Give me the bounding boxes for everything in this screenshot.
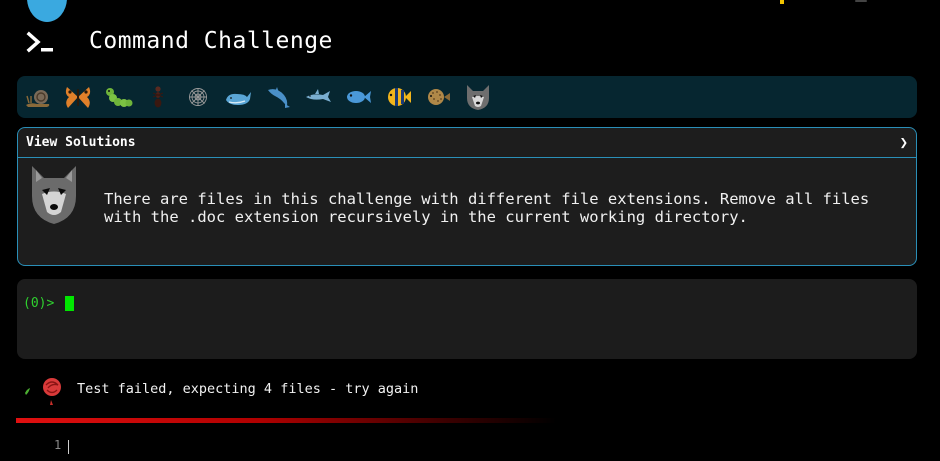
pufferfish-icon (428, 89, 450, 105)
view-solutions-toggle[interactable]: View Solutions ❯ (18, 128, 916, 158)
top-marks (780, 0, 870, 4)
level-dolphin-jump[interactable] (261, 80, 295, 114)
whale-icon (226, 92, 251, 105)
chevron-right-icon: ❯ (899, 134, 908, 151)
level-butterfly[interactable] (61, 80, 95, 114)
level-ant[interactable] (141, 80, 175, 114)
challenge-description: There are files in this challenge with d… (104, 190, 870, 226)
wilted-rose-icon (25, 378, 61, 405)
butterfly-icon (65, 87, 91, 108)
top-mark-yellow (780, 0, 784, 4)
level-fish[interactable] (341, 80, 375, 114)
tropical-fish-icon (388, 88, 411, 106)
test-result: Test failed, expecting 4 files - try aga… (22, 375, 622, 407)
level-bar (17, 76, 917, 118)
dolphin-icon (306, 89, 331, 102)
editor-area[interactable]: 1 (40, 438, 340, 458)
view-solutions-label: View Solutions (26, 135, 136, 150)
level-wolf[interactable] (461, 80, 495, 114)
level-snail[interactable] (21, 80, 55, 114)
level-pufferfish[interactable] (421, 80, 455, 114)
avatar-arc (27, 0, 67, 22)
terminal-prompt: (0)> (23, 296, 55, 311)
line-number: 1 (54, 438, 62, 452)
level-spider-web[interactable] (181, 80, 215, 114)
ant-icon (152, 86, 164, 108)
spider-web-icon (189, 88, 207, 106)
level-caterpillar[interactable] (101, 80, 135, 114)
level-whale[interactable] (221, 80, 255, 114)
level-dolphin[interactable] (301, 80, 335, 114)
app-title: Command Challenge (89, 28, 333, 54)
page-root: Command Challenge View Solutions ❯ There… (0, 0, 940, 461)
level-tropical-fish[interactable] (381, 80, 415, 114)
top-mark-gray (855, 0, 867, 2)
fish-icon (347, 91, 371, 103)
wolf-avatar-icon (32, 166, 76, 224)
terminal-cursor (65, 296, 74, 311)
dolphin-jump-icon (268, 87, 290, 108)
terminal-input[interactable]: (0)> (17, 279, 917, 359)
challenge-body: There are files in this challenge with d… (18, 158, 916, 265)
editor-cursor (68, 440, 69, 454)
terminal-logo-icon (26, 31, 53, 53)
wolf-icon (467, 85, 489, 110)
result-message: Test failed, expecting 4 files - try aga… (77, 381, 419, 397)
snail-icon (26, 90, 50, 107)
caterpillar-icon (106, 88, 133, 107)
fail-progress-bar (16, 418, 556, 423)
challenge-panel: View Solutions ❯ There are files in this… (17, 127, 917, 266)
